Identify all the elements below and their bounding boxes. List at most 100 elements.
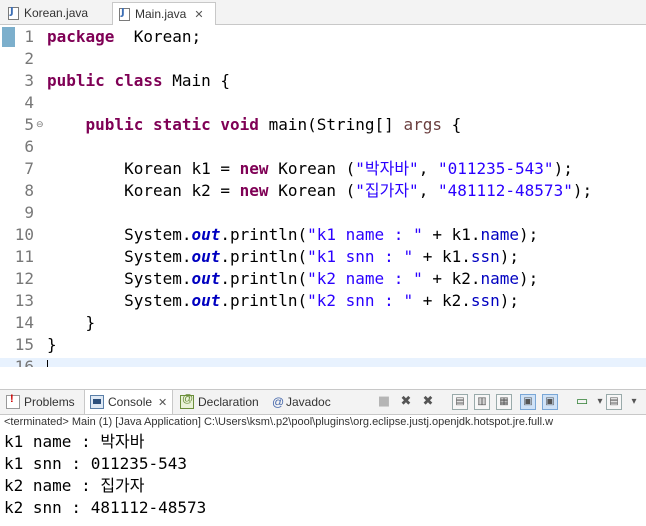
code-token: ); [572,181,593,200]
code-token: + k2. [422,269,481,288]
tab-javadoc[interactable]: @ Javadoc [272,390,331,414]
code-token: ); [519,269,539,288]
code-token: System. [47,291,192,310]
code-token: .println( [220,291,308,310]
line-text: } [47,312,96,334]
code-token: class [114,71,163,90]
code-token: "k2 snn : " [307,291,414,310]
code-token: Korean; [114,27,202,46]
code-token: Korean k1 = [47,159,240,178]
code-token: Korean ( [268,159,356,178]
line-text: Korean k2 = new Korean ("집가자", "481112-4… [47,180,592,202]
java-file-icon [119,7,130,21]
line-number: 2 [24,49,34,68]
code-token: ssn [470,291,500,310]
remove-all-icon[interactable]: ✖ [420,394,436,410]
tab-korean-java[interactable]: Korean.java [4,2,108,24]
code-token: .println( [220,247,308,266]
open-console-icon[interactable]: ▭ [574,394,590,410]
tab-console[interactable]: Console ✕ [84,390,174,414]
code-token: System. [47,269,192,288]
close-icon[interactable]: ✕ [158,396,167,409]
code-token: System. [47,247,192,266]
code-token: name [480,225,520,244]
console-output-line: k1 snn : 011235-543 [4,454,188,473]
line-number: 5 [24,115,34,134]
code-token: "k1 name : " [307,225,423,244]
code-token: "011235-543" [437,159,554,178]
word-wrap-icon[interactable]: ▥ [474,394,490,410]
tab-main-java[interactable]: Main.java ✕ [112,2,216,25]
java-file-icon [8,6,19,20]
tab-problems[interactable]: Problems [6,390,75,414]
code-token: out [191,269,221,288]
code-token: "k2 name : " [307,269,423,288]
code-token: Korean ( [268,181,356,200]
code-token: new [239,159,269,178]
code-token: ); [499,291,520,310]
editor-tab-bar: Korean.java Main.java ✕ [0,0,646,25]
code-editor[interactable]: 1 package Korean; 2 3 public class Main {4 5 ⊖… [0,25,646,367]
code-token: public [85,115,144,134]
line-text: System.out.println("k1 name : " + k1.nam… [47,224,538,246]
line-number: 4 [24,93,34,112]
tab-label: Korean.java [24,6,89,20]
problems-icon [6,393,20,409]
code-token: + k1. [422,225,481,244]
code-token: } [47,313,96,332]
console-output[interactable]: k1 name : 박자바 k1 snn : 011235-543 k2 name … [4,431,644,519]
tab-label: Console [108,395,153,409]
code-token: , [418,181,438,200]
code-token: ); [519,225,539,244]
tab-label: Declaration [198,395,259,409]
line-number: 1 [24,27,34,46]
fold-toggle-icon[interactable]: ⊖ [36,114,44,136]
declaration-icon [180,393,194,409]
line-number: 14 [14,313,34,332]
terminate-icon[interactable]: ■ [376,394,392,410]
code-token: out [191,225,221,244]
code-token: name [480,269,520,288]
line-text: } [47,334,57,356]
line-text: package Korean; [47,26,201,48]
line-text: public static void main(String[] args { [47,114,462,136]
code-token: { [441,115,462,134]
code-token: "박자바" [355,159,419,178]
remove-launch-icon[interactable]: ✖ [398,394,414,410]
code-token: public [47,71,105,90]
code-token: "481112-48573" [437,181,573,200]
tab-label: Problems [24,395,75,409]
code-token: Korean k2 = [47,181,240,200]
code-token: void [220,115,259,134]
pin-console-icon[interactable]: ▦ [496,394,512,410]
line-number: 12 [14,269,34,288]
code-token: ); [499,247,520,266]
console-output-line: k1 name : 박자바 [4,432,145,451]
view-menu-icon[interactable]: ▾ [626,394,642,410]
code-token: args [403,115,442,134]
line-text: public class Main { [47,70,230,92]
close-icon[interactable]: ✕ [194,8,203,21]
line-text: System.out.println("k2 snn : " + k2.ssn)… [47,290,519,312]
code-token: out [191,247,221,266]
console-status: <terminated> Main (1) [Java Application]… [4,416,554,428]
tab-declaration[interactable]: Declaration [180,390,259,414]
line-text: System.out.println("k2 name : " + k2.nam… [47,268,538,290]
code-token: + k1. [413,247,471,266]
line-number: 15 [14,335,34,354]
code-token: System. [47,225,192,244]
code-token: "집가자" [355,181,419,200]
tab-label: Main.java [135,7,187,21]
view-tab-bar: Problems Console ✕ Declaration @ Javadoc… [0,389,646,415]
code-token: ); [553,159,573,178]
line-text: Korean k1 = new Korean ("박자바", "011235-5… [47,158,573,180]
show-stderr-icon[interactable]: ▣ [542,394,558,410]
code-token: package [47,27,115,46]
scroll-lock-icon[interactable]: ▤ [452,394,468,410]
show-stdout-icon[interactable]: ▣ [520,394,536,410]
code-token: ssn [470,247,500,266]
display-console-icon[interactable]: ▤ [606,394,622,410]
